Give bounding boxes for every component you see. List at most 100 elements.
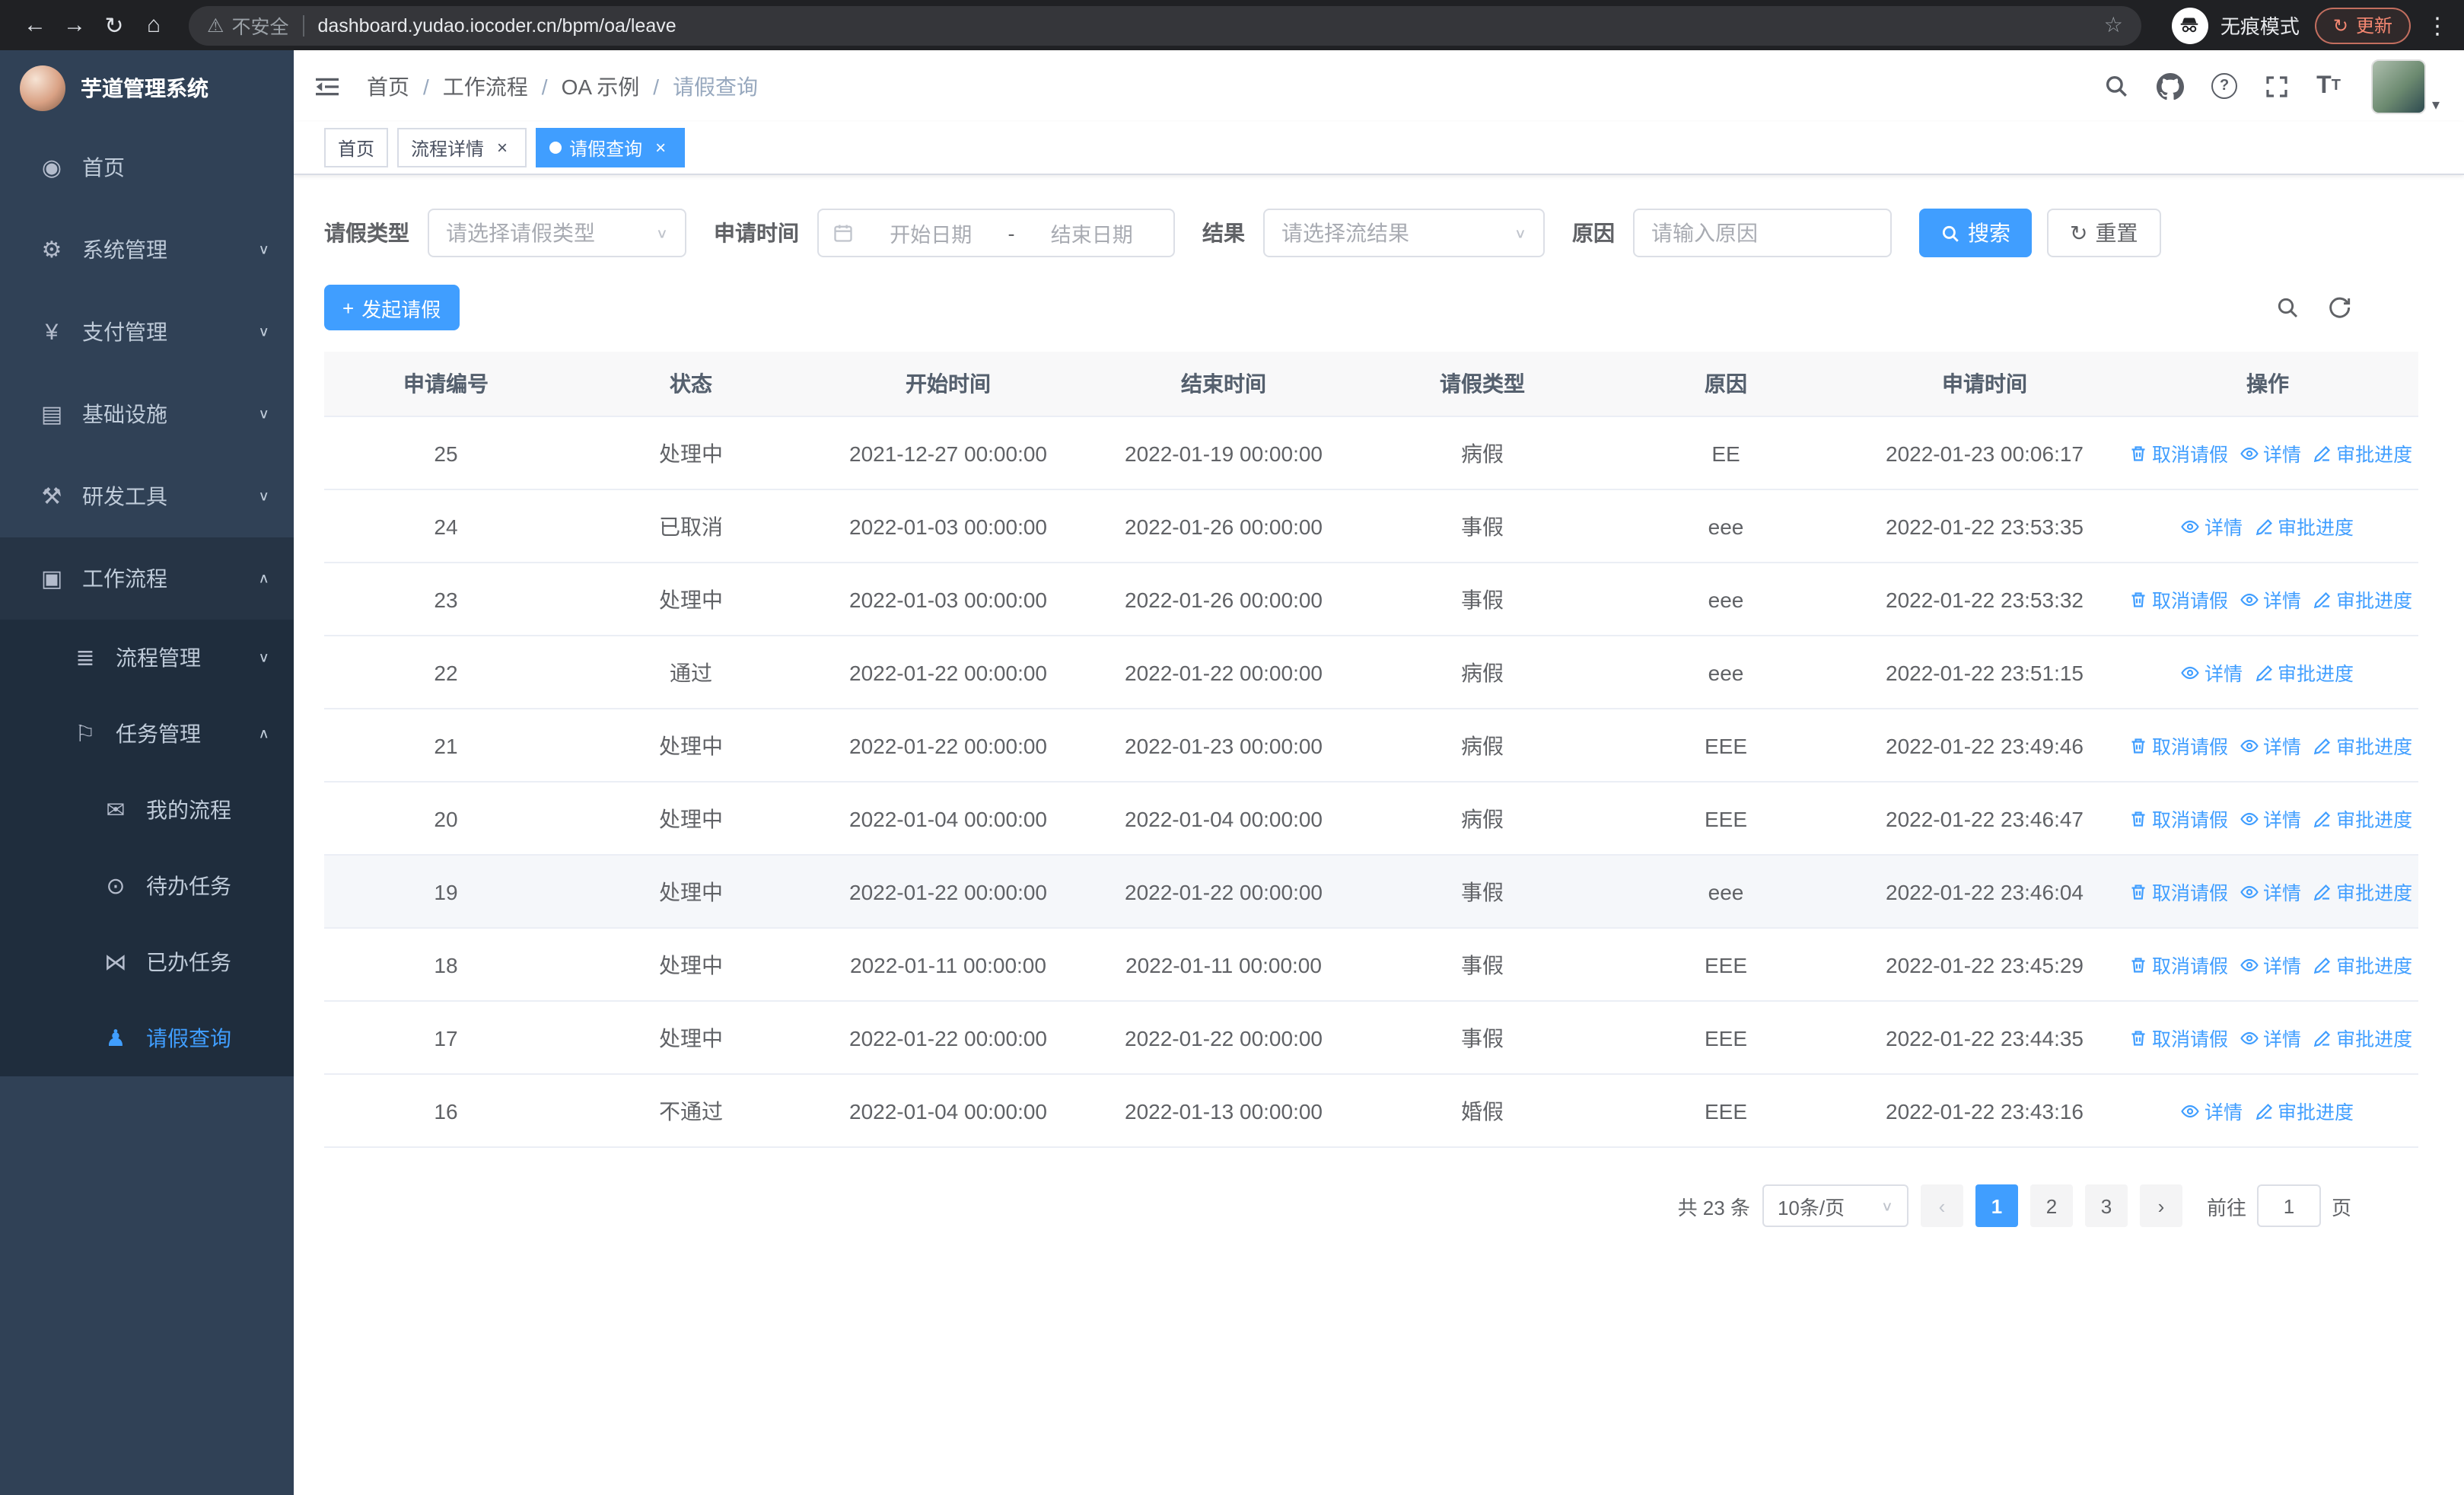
action-detail-link[interactable]: 详情 (2240, 731, 2301, 760)
cell-end_time: 2022-01-19 00:00:00 (1082, 416, 1365, 490)
action-progress-link[interactable]: 审批进度 (2313, 1023, 2412, 1052)
fullscreen-icon[interactable] (2265, 74, 2289, 98)
app-logo-row[interactable]: 芋道管理系统 (0, 50, 294, 126)
action-cancel-link[interactable]: 取消请假 (2129, 877, 2228, 906)
sidebar-item-system[interactable]: ⚙ 系统管理 ∨ (0, 209, 294, 291)
start-date-placeholder[interactable]: 开始日期 (863, 218, 999, 248)
cell-actions: 详情 审批进度 (2117, 636, 2418, 709)
action-detail-link[interactable]: 详情 (2240, 804, 2301, 833)
action-cancel-link[interactable]: 取消请假 (2129, 950, 2228, 979)
cell-leave_type: 事假 (1365, 855, 1600, 929)
action-detail-link[interactable]: 详情 (2240, 438, 2301, 467)
font-size-icon[interactable]: TT (2316, 73, 2341, 98)
end-date-placeholder[interactable]: 结束日期 (1024, 218, 1160, 248)
sidebar-collapse-icon[interactable] (294, 50, 361, 122)
breadcrumb-item[interactable]: 首页 (367, 71, 409, 101)
chevron-down-icon: ∨ (1880, 1199, 1893, 1214)
action-cancel-link[interactable]: 取消请假 (2129, 585, 2228, 614)
search-button[interactable]: 搜索 (1919, 209, 2032, 257)
action-cancel-link[interactable]: 取消请假 (2129, 438, 2228, 467)
cell-start_time: 2022-01-22 00:00:00 (814, 855, 1082, 929)
create-leave-button[interactable]: + 发起请假 (324, 285, 460, 330)
leave-type-select[interactable]: 请选择请假类型 ∨ (428, 209, 686, 257)
action-detail-link[interactable]: 详情 (2240, 950, 2301, 979)
action-cancel-link[interactable]: 取消请假 (2129, 731, 2228, 760)
help-icon[interactable]: ? (2211, 73, 2238, 99)
action-cancel-link[interactable]: 取消请假 (2129, 804, 2228, 833)
tab-home[interactable]: 首页 (324, 128, 389, 167)
action-progress-link[interactable]: 审批进度 (2313, 804, 2412, 833)
tab-process-detail[interactable]: 流程详情 × (397, 128, 527, 167)
next-page-button[interactable]: › (2139, 1184, 2182, 1227)
browser-forward-icon[interactable]: → (55, 5, 94, 45)
action-detail-link[interactable]: 详情 (2182, 658, 2243, 687)
url-text[interactable]: dashboard.yudao.iocoder.cn/bpm/oa/leave (317, 14, 2103, 36)
tab-close-icon[interactable]: × (650, 137, 671, 158)
sidebar-item-todo-tasks[interactable]: ⊙ 待办任务 (0, 848, 294, 924)
browser-home-icon[interactable]: ⌂ (134, 5, 173, 45)
breadcrumb-item[interactable]: 工作流程 (443, 71, 528, 101)
page-button-3[interactable]: 3 (2084, 1184, 2128, 1227)
bookmark-star-icon[interactable]: ☆ (2104, 12, 2123, 38)
cell-actions: 取消请假 详情 审批进度 (2117, 928, 2418, 1002)
sidebar-item-my-process[interactable]: ✉ 我的流程 (0, 772, 294, 848)
action-label: 审批进度 (2336, 1029, 2413, 1050)
url-bar[interactable]: ⚠ 不安全 dashboard.yudao.iocoder.cn/bpm/oa/… (189, 5, 2141, 45)
action-detail-link[interactable]: 详情 (2182, 512, 2243, 540)
breadcrumb-item[interactable]: OA 示例 (562, 71, 640, 101)
result-select[interactable]: 请选择流结果 ∨ (1263, 209, 1545, 257)
pagination-goto: 前往 页 (2207, 1184, 2351, 1227)
refresh-icon[interactable] (2327, 295, 2351, 320)
page-button-2[interactable]: 2 (2029, 1184, 2073, 1227)
prev-page-button[interactable]: ‹ (1920, 1184, 1963, 1227)
goto-page-input[interactable] (2256, 1184, 2321, 1227)
sidebar-item-done-tasks[interactable]: ⋈ 已办任务 (0, 924, 294, 1000)
apply-time-range-picker[interactable]: 开始日期 - 结束日期 (817, 209, 1175, 257)
browser-back-icon[interactable]: ← (15, 5, 55, 45)
sidebar-item-dev-tools[interactable]: ⚒ 研发工具 ∨ (0, 455, 294, 537)
action-progress-link[interactable]: 审批进度 (2313, 877, 2412, 906)
action-progress-link[interactable]: 审批进度 (2255, 658, 2354, 687)
sidebar-item-task-mgmt[interactable]: ⚐ 任务管理 ∧ (0, 696, 294, 772)
action-detail-link[interactable]: 详情 (2240, 585, 2301, 614)
action-progress-link[interactable]: 审批进度 (2313, 438, 2412, 467)
chevron-down-icon: ∨ (258, 242, 269, 257)
infra-icon: ▤ (40, 402, 63, 428)
action-progress-link[interactable]: 审批进度 (2255, 1096, 2354, 1125)
task-icon: ⚐ (75, 722, 96, 748)
action-detail-link[interactable]: 详情 (2182, 1096, 2243, 1125)
sidebar-item-payment[interactable]: ¥ 支付管理 ∨ (0, 291, 294, 373)
reason-label: 原因 (1572, 221, 1615, 245)
user-avatar[interactable]: ▾ (2370, 59, 2440, 113)
tab-leave-query[interactable]: 请假查询 × (536, 128, 686, 167)
sidebar-item-infrastructure[interactable]: ▤ 基础设施 ∨ (0, 373, 294, 455)
reason-input[interactable] (1633, 209, 1892, 257)
search-icon[interactable] (2103, 73, 2129, 99)
url-separator (302, 14, 304, 36)
sidebar-item-process-mgmt[interactable]: ≣ 流程管理 ∨ (0, 620, 294, 696)
action-detail-link[interactable]: 详情 (2240, 1023, 2301, 1052)
toggle-search-icon[interactable] (2275, 295, 2300, 320)
browser-menu-icon[interactable]: ⋮ (2426, 11, 2449, 39)
action-progress-link[interactable]: 审批进度 (2255, 512, 2354, 540)
action-cancel-link[interactable]: 取消请假 (2129, 1023, 2228, 1052)
update-button[interactable]: ↻ 更新 (2314, 7, 2411, 43)
security-warning[interactable]: ⚠ 不安全 (207, 11, 288, 40)
page-size-select[interactable]: 10条/页 ∨ (1762, 1184, 1908, 1227)
github-icon[interactable] (2157, 72, 2185, 100)
action-progress-link[interactable]: 审批进度 (2313, 585, 2412, 614)
page-button-1[interactable]: 1 (1975, 1184, 2018, 1227)
trash-icon (2129, 590, 2147, 608)
action-progress-link[interactable]: 审批进度 (2313, 731, 2412, 760)
search-icon (1942, 225, 1959, 241)
sidebar-item-workflow[interactable]: ▣ 工作流程 ∧ (0, 537, 294, 620)
reset-button[interactable]: ↻ 重置 (2047, 209, 2161, 257)
tab-close-icon[interactable]: × (492, 137, 513, 158)
browser-reload-icon[interactable]: ↻ (94, 5, 134, 45)
sidebar-item-leave-query[interactable]: ♟ 请假查询 (0, 1000, 294, 1076)
cell-end_time: 2022-01-26 00:00:00 (1082, 489, 1365, 563)
action-progress-link[interactable]: 审批进度 (2313, 950, 2412, 979)
cell-apply_time: 2022-01-22 23:45:29 (1852, 928, 2117, 1002)
sidebar-item-home[interactable]: ◉ 首页 (0, 126, 294, 209)
action-detail-link[interactable]: 详情 (2240, 877, 2301, 906)
